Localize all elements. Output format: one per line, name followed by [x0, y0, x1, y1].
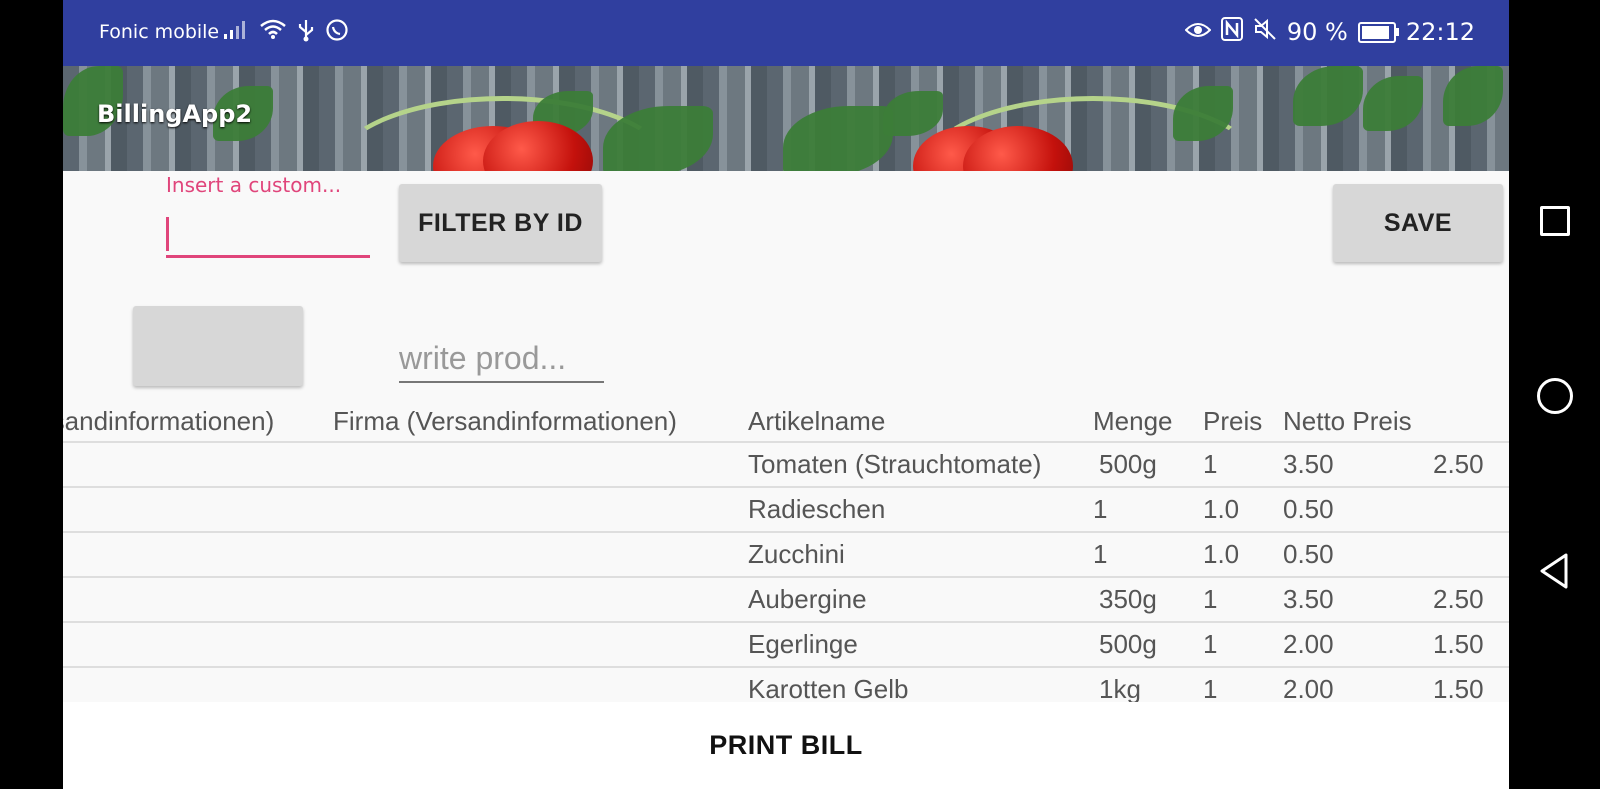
column-header: Menge: [1093, 406, 1173, 436]
battery-icon: [1357, 21, 1399, 43]
table-cell: 2.00: [1283, 674, 1334, 704]
save-button[interactable]: SAVE: [1333, 184, 1503, 262]
app-screen: Fonic mobile 90 % 22:12 BillingApp2 Inse…: [63, 0, 1509, 789]
back-icon[interactable]: [1539, 553, 1569, 593]
table-cell: 1.0: [1203, 494, 1240, 524]
table-cell: Egerlinge: [748, 629, 858, 659]
whatsapp-icon: [325, 18, 349, 48]
leaf-decoration: [1363, 76, 1423, 131]
column-header: Artikelname: [748, 406, 886, 436]
table-cell: Zucchini: [748, 539, 845, 569]
table-cell: 3.50: [1283, 449, 1334, 479]
table-header-row: rsandinformationen) Firma (Versandinforma…: [63, 400, 1509, 443]
app-title: BillingApp2: [97, 100, 253, 128]
leaf-decoration: [1443, 66, 1503, 126]
customer-input-label: Insert a custom...: [166, 173, 342, 197]
table-row[interactable]: Radieschen 1 1.0 0.50: [63, 488, 1509, 533]
mute-icon: [1253, 17, 1277, 47]
table-cell: Karotten Gelb: [748, 674, 909, 704]
product-input[interactable]: [399, 335, 604, 383]
table-cell: 1: [1203, 674, 1218, 704]
table-cell: Radieschen: [748, 494, 886, 524]
status-bar: Fonic mobile 90 % 22:12: [63, 0, 1509, 66]
table-cell: 0.50: [1283, 494, 1334, 524]
recent-apps-icon[interactable]: [1540, 206, 1570, 236]
column-header: Netto Preis: [1283, 406, 1412, 436]
app-header-banner: BillingApp2: [63, 66, 1509, 171]
bottom-bar: PRINT BILL: [63, 702, 1509, 789]
navigation-bar: [1509, 0, 1600, 789]
table-cell: 1.0: [1203, 539, 1240, 569]
table-row[interactable]: Zucchini 1 1.0 0.50: [63, 533, 1509, 578]
bill-table: rsandinformationen) Firma (Versandinforma…: [63, 400, 1509, 713]
text-cursor: [166, 217, 169, 251]
customer-id-input[interactable]: [166, 207, 370, 258]
column-header: Preis: [1203, 406, 1263, 436]
table-cell: 1.50: [1433, 629, 1484, 659]
table-cell: 3.50: [1283, 584, 1334, 614]
eye-icon: [1184, 18, 1212, 46]
home-icon[interactable]: [1537, 378, 1573, 414]
table-cell: 500g: [1099, 629, 1157, 659]
column-header: Firma (Versandinformationen): [333, 406, 677, 436]
table-cell: 1: [1093, 539, 1108, 569]
blank-button[interactable]: [133, 306, 303, 386]
status-right: 90 % 22:12: [1184, 17, 1475, 47]
nfc-icon: [1220, 17, 1243, 47]
wifi-icon: [259, 18, 287, 48]
table-cell: 1: [1203, 449, 1218, 479]
column-header: rsandinformationen): [63, 406, 275, 436]
battery-percent: 90 %: [1286, 18, 1348, 46]
table-cell: Tomaten (Strauchtomate): [748, 449, 1042, 479]
table-cell: 500g: [1099, 449, 1157, 479]
table-cell: 2.50: [1433, 449, 1484, 479]
usb-icon: [297, 18, 315, 48]
table-row[interactable]: Egerlinge 500g 1 2.00 1.50: [63, 623, 1509, 668]
table-cell: 2.50: [1433, 584, 1484, 614]
filter-by-id-button[interactable]: FILTER BY ID: [399, 184, 602, 262]
table-cell: 1: [1093, 494, 1108, 524]
table-cell: Aubergine: [748, 584, 867, 614]
table-row[interactable]: Aubergine 350g 1 3.50 2.50: [63, 578, 1509, 623]
leaf-decoration: [1293, 66, 1363, 126]
leaf-decoration: [883, 91, 943, 136]
table-cell: 1.50: [1433, 674, 1484, 704]
table-row[interactable]: Tomaten (Strauchtomate) 500g 1 3.50 2.50: [63, 443, 1509, 488]
table-cell: 350g: [1099, 584, 1157, 614]
table-cell: 1: [1203, 629, 1218, 659]
table-cell: 2.00: [1283, 629, 1334, 659]
clock: 22:12: [1405, 18, 1475, 46]
signal-icon: [223, 18, 249, 48]
leaf-decoration: [783, 106, 893, 171]
table-cell: 0.50: [1283, 539, 1334, 569]
carrier-name: Fonic mobile: [99, 21, 220, 43]
print-bill-button[interactable]: PRINT BILL: [63, 702, 1509, 789]
table-cell: 1kg: [1099, 674, 1141, 704]
status-left-icons: [223, 18, 349, 48]
table-cell: 1: [1203, 584, 1218, 614]
battery-level: [1361, 25, 1389, 39]
